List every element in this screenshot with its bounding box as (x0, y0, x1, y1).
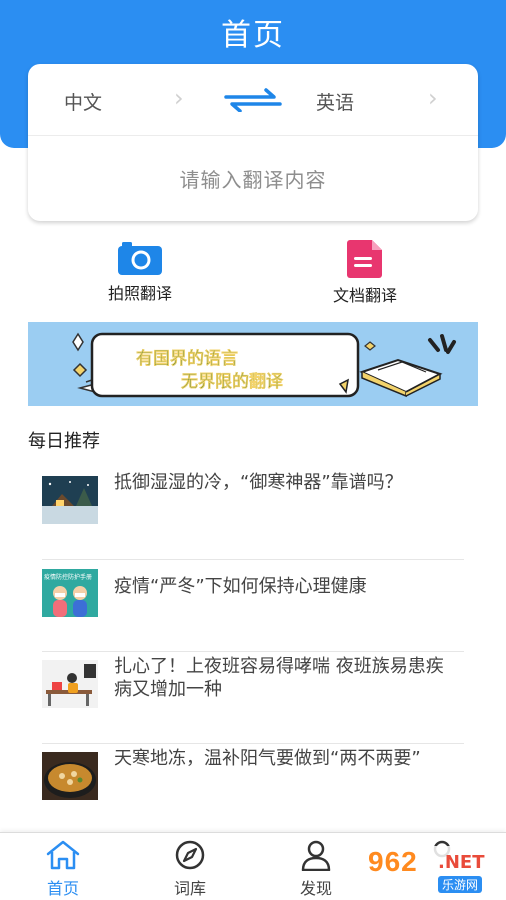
tab-dictionary-label: 词库 (173, 879, 206, 898)
compass-icon (175, 840, 205, 870)
news-item[interactable]: 扎心了！上夜班容易得哮喘 夜班族易患疾病又增加一种 (42, 652, 464, 744)
watermark-suffix: .NET (438, 852, 485, 873)
news-item[interactable]: 抵御湿湿的冷，“御寒神器”靠谱吗？ (42, 468, 464, 560)
photo-translate-label: 拍照翻译 (107, 284, 172, 303)
news-thumbnail (42, 476, 98, 524)
photo-translate-button[interactable]: 拍照翻译 (75, 240, 205, 304)
home-icon (46, 840, 80, 870)
document-translate-label: 文档翻译 (332, 286, 397, 305)
banner-slogan-1: 有国界的语言 (136, 349, 238, 369)
swap-languages-icon[interactable] (224, 88, 282, 112)
translate-card: 中文 › 英语 › 请输入翻译内容 (28, 64, 478, 221)
camera-icon (118, 242, 162, 275)
tab-home-label: 首页 (46, 879, 79, 898)
tab-home[interactable]: 首页 (23, 839, 103, 899)
chevron-right-icon: › (428, 84, 438, 112)
news-title: 扎心了！上夜班容易得哮喘 夜班族易患疾病又增加一种 (114, 656, 444, 700)
news-thumbnail: 疫情防控防护手册 (42, 569, 98, 617)
news-title: 疫情“严冬”下如何保持心理健康 (114, 576, 367, 597)
news-thumbnail (42, 660, 98, 708)
banner-slogan-2: 无界限的翻译 (181, 372, 283, 392)
news-thumbnail (42, 752, 98, 800)
site-watermark: 962 .NET 乐游网 (362, 846, 502, 896)
document-translate-button[interactable]: 文档翻译 (300, 240, 430, 306)
tab-discover[interactable]: 发现 (276, 839, 356, 899)
tab-discover-label: 发现 (299, 879, 332, 898)
watermark-brand: 962 (368, 846, 418, 877)
news-item[interactable]: 疫情防控防护手册 疫情“严冬”下如何保持心理健康 (42, 560, 464, 652)
watermark-sub: 乐游网 (438, 876, 483, 893)
source-language-selector[interactable]: 中文 (64, 88, 102, 115)
promo-banner[interactable]: 有国界的语言 无界限的翻译 (28, 322, 478, 406)
page-title: 首页 (221, 18, 285, 53)
person-icon (301, 840, 331, 872)
translate-input[interactable]: 请输入翻译内容 (28, 164, 478, 193)
news-title: 天寒地冻，温补阳气要做到“两不两要” (114, 748, 421, 769)
tab-dictionary[interactable]: 词库 (150, 839, 230, 899)
language-selector-row: 中文 › 英语 › (28, 64, 478, 136)
daily-recommend-title: 每日推荐 (28, 431, 100, 452)
banner-illustration (72, 332, 456, 398)
document-icon (347, 240, 382, 278)
news-item[interactable]: 天寒地冻，温补阳气要做到“两不两要” (42, 744, 464, 836)
chevron-right-icon: › (174, 84, 184, 112)
news-title: 抵御湿湿的冷，“御寒神器”靠谱吗？ (114, 472, 403, 493)
target-language-selector[interactable]: 英语 (316, 88, 354, 115)
